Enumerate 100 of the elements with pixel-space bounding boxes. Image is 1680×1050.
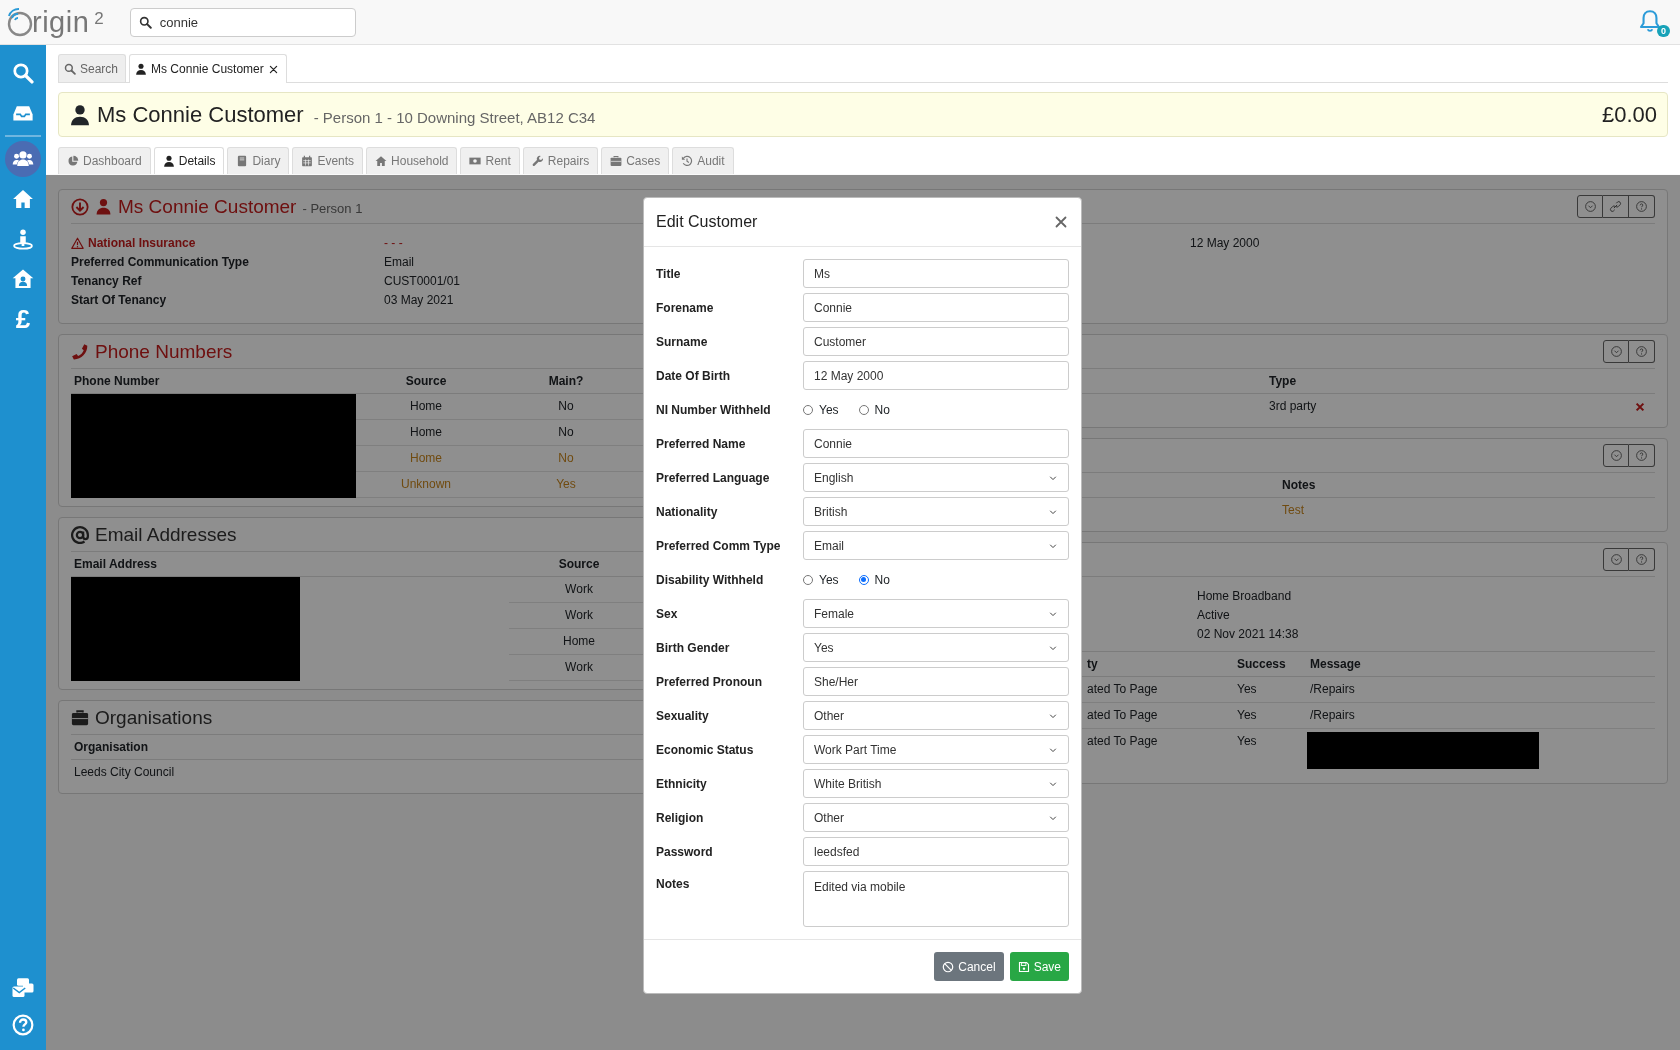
input-field[interactable]: Ms bbox=[803, 259, 1069, 288]
field-label: Preferred Pronoun bbox=[656, 674, 764, 689]
down-arrow-circle-icon[interactable] bbox=[71, 197, 89, 216]
dropdown[interactable]: White British bbox=[803, 769, 1069, 798]
table-cell: Home bbox=[410, 451, 442, 465]
field-value: Email bbox=[384, 255, 414, 269]
dropdown[interactable]: British bbox=[803, 497, 1069, 526]
page-tab[interactable]: Ms Connie Customer bbox=[129, 54, 287, 83]
field-label: Birth Gender bbox=[656, 640, 731, 655]
close-icon bbox=[1053, 214, 1069, 230]
dropdown[interactable]: Female bbox=[803, 599, 1069, 628]
person-icon bbox=[69, 103, 91, 126]
chevron-circle-button[interactable] bbox=[1603, 444, 1629, 467]
dropdown[interactable]: English bbox=[803, 463, 1069, 492]
field-label: Title bbox=[656, 266, 682, 281]
help-button[interactable] bbox=[1629, 340, 1655, 363]
table-cell: /Repairs bbox=[1310, 708, 1355, 722]
help-icon bbox=[1635, 449, 1648, 462]
table-cell: Home bbox=[563, 634, 595, 648]
help-icon[interactable] bbox=[12, 1014, 34, 1036]
field-label: Forename bbox=[656, 300, 715, 315]
chevron-circle-button[interactable] bbox=[1603, 548, 1629, 571]
radio-option[interactable]: No bbox=[858, 402, 890, 417]
bell-icon[interactable] bbox=[1638, 9, 1662, 33]
help-button[interactable] bbox=[1629, 195, 1655, 218]
help-icon bbox=[1635, 345, 1648, 358]
table-cell: Yes bbox=[556, 477, 576, 491]
table-cell: No bbox=[558, 451, 574, 465]
search-field[interactable]: connie bbox=[129, 7, 356, 37]
detail-tab[interactable]: Cases bbox=[601, 147, 670, 174]
field-value: 02 Nov 2021 14:38 bbox=[1197, 627, 1299, 641]
detail-tab[interactable]: Diary bbox=[227, 147, 290, 174]
link-button[interactable] bbox=[1603, 195, 1629, 218]
input-field[interactable]: leedsfed bbox=[803, 837, 1069, 866]
field-label: Start Of Tenancy bbox=[71, 293, 167, 307]
calendar-icon bbox=[301, 155, 314, 167]
field-label: Notes bbox=[656, 876, 691, 891]
table-cell: Home bbox=[410, 399, 442, 413]
close-button[interactable] bbox=[1053, 214, 1069, 230]
radio-option[interactable]: No bbox=[858, 572, 890, 587]
dropdown[interactable]: Other bbox=[803, 803, 1069, 832]
panel-title: Organisations bbox=[95, 706, 213, 729]
detail-tab[interactable]: Dashboard bbox=[58, 147, 151, 174]
column-header: Source bbox=[405, 374, 447, 388]
mail-cards-icon[interactable] bbox=[11, 976, 35, 1000]
history-icon bbox=[681, 155, 694, 167]
notes-field[interactable]: Edited via mobile bbox=[803, 871, 1069, 927]
column-header: Phone Number bbox=[74, 374, 160, 388]
column-header: Success bbox=[1237, 657, 1286, 671]
nav-item[interactable] bbox=[5, 141, 41, 177]
house-icon bbox=[375, 155, 388, 167]
column-header: Notes bbox=[1282, 478, 1316, 492]
detail-tab[interactable]: Events bbox=[292, 147, 364, 174]
field-label: NI Number Withheld bbox=[656, 402, 772, 417]
column-header: Email Address bbox=[74, 557, 157, 571]
table-cell: ated To Page bbox=[1087, 682, 1158, 696]
logo-superscript: 2 bbox=[94, 9, 104, 29]
panel-title: Ms Connie Customer bbox=[118, 195, 297, 218]
table-cell: Home bbox=[410, 425, 442, 439]
table-cell: /Repairs bbox=[1310, 682, 1355, 696]
dropdown[interactable]: Other bbox=[803, 701, 1069, 730]
field-label: Date Of Birth bbox=[656, 368, 731, 383]
detail-tab[interactable]: Rent bbox=[460, 147, 520, 174]
field-label: Preferred Name bbox=[656, 436, 747, 451]
detail-tab[interactable]: Household bbox=[366, 147, 458, 174]
field-label: Password bbox=[656, 844, 714, 859]
chevron-circle-button[interactable] bbox=[1603, 340, 1629, 363]
dropdown[interactable]: Email bbox=[803, 531, 1069, 560]
detail-tab[interactable]: Repairs bbox=[522, 147, 599, 174]
field-label: Tenancy Ref bbox=[71, 274, 142, 288]
logo-text: rigin bbox=[32, 8, 90, 37]
help-button[interactable] bbox=[1629, 444, 1655, 467]
input-field[interactable]: Connie bbox=[803, 429, 1069, 458]
field-label: National Insurance bbox=[88, 236, 196, 250]
table-cell: Yes bbox=[1237, 682, 1257, 696]
pound-nav-item[interactable]: £ bbox=[5, 301, 41, 337]
column-header: Message bbox=[1310, 657, 1361, 671]
radio-option[interactable]: Yes bbox=[803, 572, 839, 587]
input-field[interactable]: She/Her bbox=[803, 667, 1069, 696]
detail-tab[interactable]: Details bbox=[153, 147, 225, 174]
help-button[interactable] bbox=[1629, 548, 1655, 571]
input-field[interactable]: Customer bbox=[803, 327, 1069, 356]
chevron-circle-button[interactable] bbox=[1577, 195, 1603, 218]
dropdown[interactable]: Yes bbox=[803, 633, 1069, 662]
cancel-button[interactable]: Cancel bbox=[934, 952, 1004, 981]
column-header: ty bbox=[1087, 657, 1098, 671]
radio-option[interactable]: Yes bbox=[803, 402, 839, 417]
page-tab[interactable]: Search bbox=[58, 54, 127, 82]
input-field[interactable]: 12 May 2000 bbox=[803, 361, 1069, 390]
customer-details: - Person 1 - 10 Downing Street, AB12 C34 bbox=[313, 108, 596, 126]
delete-icon[interactable] bbox=[1634, 400, 1646, 413]
dropdown[interactable]: Work Part Time bbox=[803, 735, 1069, 764]
field-label: Preferred Comm Type bbox=[656, 538, 782, 553]
at-sign-icon bbox=[71, 525, 89, 544]
phone-icon bbox=[71, 342, 89, 361]
detail-tab[interactable]: Audit bbox=[672, 147, 734, 174]
input-field[interactable]: Connie bbox=[803, 293, 1069, 322]
table-cell: Yes bbox=[1237, 708, 1257, 722]
close-icon[interactable] bbox=[267, 63, 279, 75]
notification-badge: 0 bbox=[1657, 25, 1670, 37]
